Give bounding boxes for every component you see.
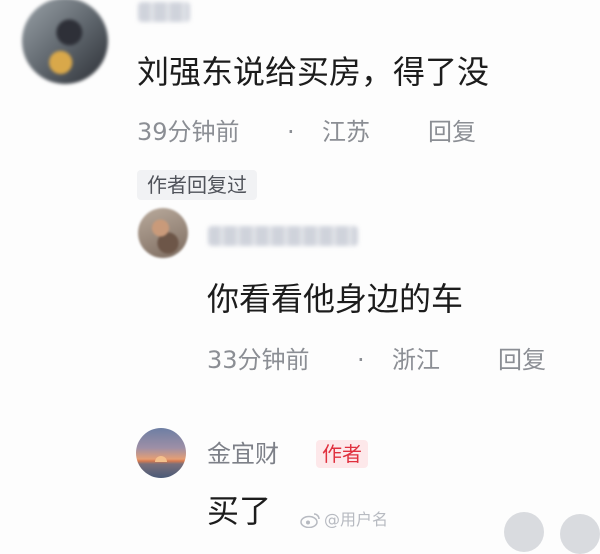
blurred-username[interactable] [138, 2, 190, 22]
watermark-text: @用户名 [324, 510, 389, 529]
commenter-avatar[interactable] [22, 0, 108, 84]
comment-text: 你看看他身边的车 [207, 280, 464, 318]
author-replied-badge[interactable]: 作者回复过 [137, 170, 257, 200]
partial-button[interactable] [560, 514, 600, 554]
comment-location: 浙江 [392, 346, 440, 374]
blurred-username[interactable] [208, 226, 358, 246]
weibo-icon [300, 513, 320, 528]
comment-timestamp: 33分钟前 [207, 346, 310, 374]
meta-separator: · [287, 118, 295, 146]
partial-button[interactable] [504, 512, 544, 552]
reply-button[interactable]: 回复 [428, 118, 476, 146]
watermark: @用户名 [300, 510, 388, 530]
comment-timestamp: 39分钟前 [137, 118, 240, 146]
author-username[interactable]: 金宜财 [207, 440, 279, 468]
author-tag: 作者 [316, 440, 368, 468]
comment-text: 刘强东说给买房，得了没 [137, 53, 490, 91]
meta-separator: · [357, 346, 365, 374]
author-avatar[interactable] [136, 428, 186, 478]
replier-avatar[interactable] [138, 208, 188, 258]
reply-button[interactable]: 回复 [498, 346, 546, 374]
comment-location: 江苏 [322, 118, 370, 146]
comment-text: 买了 [207, 492, 272, 530]
